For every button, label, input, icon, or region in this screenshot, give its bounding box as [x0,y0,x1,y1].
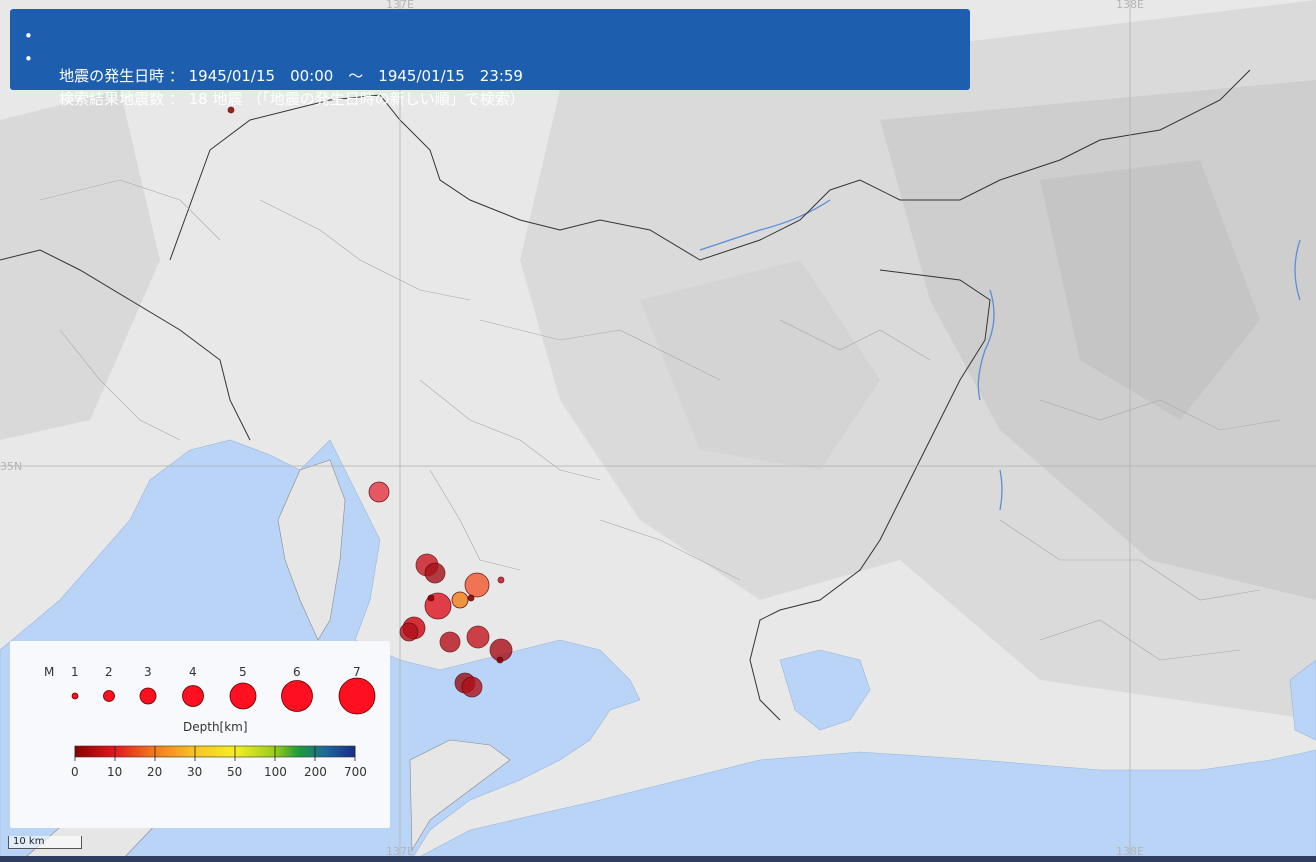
map-legend: M 1 2 3 4 5 6 7 Depth[km] 0 10 20 30 50 … [10,641,390,828]
result-count-text: 検索結果地震数 ： 18 地震 （「地震の発生日時の新しい順」で検索） [59,90,525,108]
epicenter-marker[interactable] [461,676,483,698]
epicenter-marker[interactable] [424,562,446,584]
depth-gradient-bar [74,745,356,758]
epicenter-marker[interactable] [368,481,390,503]
search-summary-panel: • 地震の発生日時 ： 1945/01/15 00:00 ～ 1945/01/1… [10,9,970,108]
depth-tick-50: 50 [227,765,243,779]
epicenter-marker[interactable] [464,572,490,598]
magnitude-circle-1 [71,692,79,700]
magnitude-circle-7 [338,677,376,715]
date-range-line: • 地震の発生日時 ： 1945/01/15 00:00 ～ 1945/01/1… [24,26,970,85]
epicenter-marker[interactable] [439,631,461,653]
magnitude-circle-4 [182,685,204,707]
magnitude-circle-6 [281,680,313,712]
epicenter-marker[interactable] [399,622,419,642]
depth-tick-100: 100 [264,765,287,779]
depth-tick-10: 10 [107,765,123,779]
bottom-edge-bar [0,856,1316,862]
epicenter-marker[interactable] [497,576,505,584]
depth-tick-700: 700 [344,765,367,779]
graticule-label-35n: 35N [0,460,23,473]
magnitude-circle-3 [139,687,157,705]
magnitude-circle-5 [229,682,257,710]
scale-bar: 10 km [8,836,82,849]
epicenter-marker[interactable] [451,591,469,609]
depth-tick-200: 200 [304,765,327,779]
epicenter-marker[interactable] [427,594,435,602]
epicenter-marker[interactable] [466,625,490,649]
depth-tick-0: 0 [71,765,79,779]
magnitude-circle-2 [103,690,115,702]
depth-tick-20: 20 [147,765,163,779]
magnitude-scale [71,677,376,715]
result-count-line: • 検索結果地震数 ： 18 地震 （「地震の発生日時の新しい順」で検索） [24,49,970,108]
epicenter-marker[interactable] [467,594,475,602]
epicenter-marker[interactable] [496,656,504,664]
bullet-icon: • [24,50,33,68]
depth-tick-30: 30 [187,765,203,779]
depth-title: Depth[km] [183,720,248,734]
bullet-icon: • [24,27,33,45]
graticule-label-138e-top: 138E [1116,0,1144,11]
